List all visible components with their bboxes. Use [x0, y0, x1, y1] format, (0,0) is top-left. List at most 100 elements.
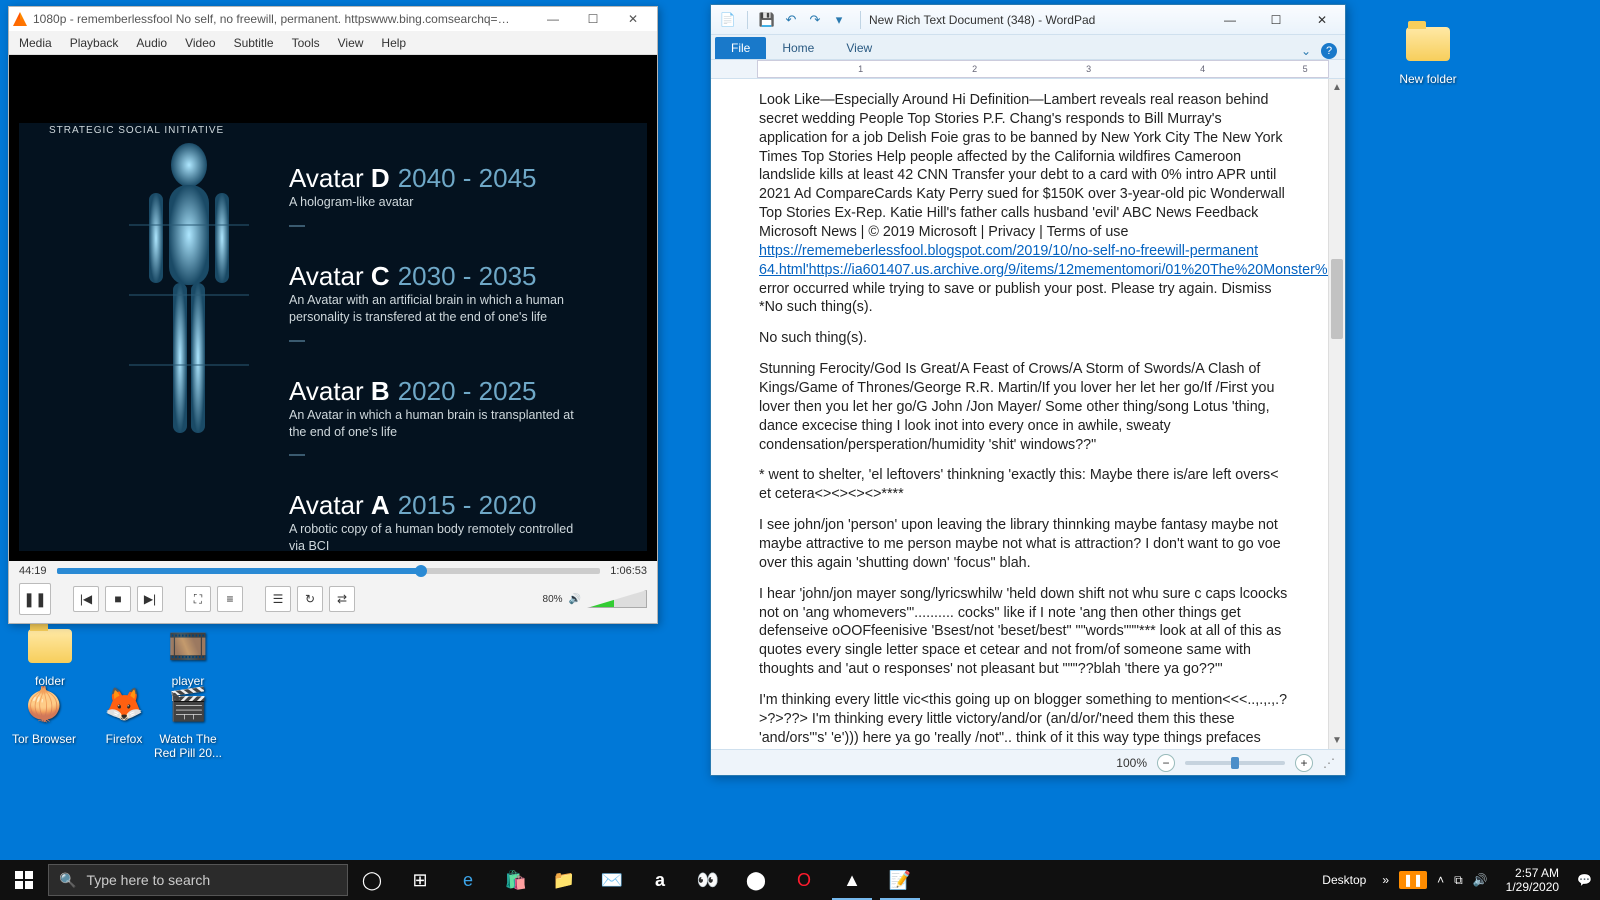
taskbar-clock[interactable]: 2:57 AM 1/29/2020	[1498, 866, 1567, 895]
fullscreen-button[interactable]: ⛶	[185, 586, 211, 612]
menu-help[interactable]: Help	[381, 36, 406, 50]
media-icon: 🎞️	[164, 622, 212, 670]
file-explorer-icon[interactable]: 📁	[540, 860, 588, 900]
avatar-figure	[129, 135, 249, 495]
stop-button[interactable]: ■	[105, 586, 131, 612]
icon-label: Watch The Red Pill 20...	[150, 732, 226, 760]
store-icon[interactable]: 🛍️	[492, 860, 540, 900]
wordpad-app-icon[interactable]: 📄	[719, 11, 737, 29]
zoom-slider[interactable]	[1185, 761, 1285, 765]
tripadvisor-icon[interactable]: 👀	[684, 860, 732, 900]
clock-date: 1/29/2020	[1506, 880, 1559, 894]
wordpad-titlebar[interactable]: 📄 💾 ↶ ↷ ▾ New Rich Text Document (348) -…	[711, 5, 1345, 35]
maximize-button[interactable]: ☐	[573, 12, 613, 26]
ruler[interactable]: 1 2 3 4 5	[711, 59, 1345, 79]
scroll-down-icon[interactable]: ▼	[1329, 732, 1345, 749]
scroll-thumb[interactable]	[1331, 259, 1343, 339]
mute-icon[interactable]: 🔊	[569, 594, 581, 605]
taskbar-search[interactable]: 🔍 Type here to search	[48, 864, 348, 896]
folder-icon	[26, 622, 74, 670]
icon-label: New folder	[1399, 72, 1456, 86]
chevron-down-icon[interactable]: ⌄	[1301, 44, 1311, 58]
desktop-icon-newfolder[interactable]: New folder	[1390, 20, 1466, 86]
tray-chevron-icon[interactable]: ˄	[1437, 873, 1444, 887]
menu-playback[interactable]: Playback	[70, 36, 119, 50]
icon-label: Tor Browser	[12, 732, 76, 746]
paragraph: I hear 'john/jon mayer song/lyricswhilw …	[759, 585, 1288, 679]
zoom-in-button[interactable]: +	[1295, 754, 1313, 772]
hyperlink[interactable]: 'https://ia601407.us.archive.org/9/items…	[806, 262, 1328, 278]
vlc-taskbar-icon[interactable]: ▲	[828, 860, 876, 900]
tab-view[interactable]: View	[830, 37, 888, 59]
avatar-item-b: Avatar B2020 - 2025 An Avatar in which a…	[289, 376, 627, 457]
paragraph: I see john/jon 'person' upon leaving the…	[759, 516, 1288, 573]
vlc-video-area[interactable]: STRATEGIC SOCIAL INITIATIVE Avatar D2040…	[9, 55, 657, 561]
notifications-icon[interactable]: 💬	[1577, 873, 1592, 887]
wordpad-taskbar-icon[interactable]: 📝	[876, 860, 924, 900]
menu-tools[interactable]: Tools	[292, 36, 320, 50]
menu-video[interactable]: Video	[185, 36, 215, 50]
network-icon[interactable]: ⧉	[1454, 873, 1463, 888]
minimize-button[interactable]: —	[533, 12, 573, 26]
maximize-button[interactable]: ☐	[1253, 6, 1299, 34]
search-placeholder: Type here to search	[86, 872, 210, 888]
cortana-icon[interactable]: ◯	[348, 860, 396, 900]
firefox-icon: 🦊	[100, 680, 148, 728]
shuffle-button[interactable]: ⇄	[329, 586, 355, 612]
task-view-icon[interactable]: ⊞	[396, 860, 444, 900]
document-body[interactable]: Look Like—Especially Around Hi Definitio…	[711, 79, 1328, 749]
desktop-icon-folder[interactable]: folder	[12, 622, 88, 688]
zoom-percent: 100%	[1116, 756, 1147, 770]
vlc-cone-icon	[13, 12, 27, 26]
window-title: 1080p - rememberlessfool No self, no fre…	[33, 12, 513, 26]
desktop-icon-video[interactable]: 🎬 Watch The Red Pill 20...	[150, 680, 226, 760]
playlist-button[interactable]: ☰	[265, 586, 291, 612]
status-bar: 100% − + ⋰	[711, 749, 1345, 775]
menu-subtitle[interactable]: Subtitle	[234, 36, 274, 50]
qat-dropdown-icon[interactable]: ▾	[830, 11, 848, 29]
help-icon[interactable]: ?	[1321, 43, 1337, 59]
minimize-button[interactable]: —	[1207, 6, 1253, 34]
chevron-up-icon[interactable]: »	[1382, 873, 1389, 887]
elapsed-time: 44:19	[19, 565, 47, 577]
menu-media[interactable]: Media	[19, 36, 52, 50]
app-icon[interactable]: ⬤	[732, 860, 780, 900]
tab-home[interactable]: Home	[766, 37, 830, 59]
resize-grip-icon[interactable]: ⋰	[1323, 756, 1335, 770]
close-button[interactable]: ✕	[613, 12, 653, 26]
vertical-scrollbar[interactable]: ▲ ▼	[1328, 79, 1345, 749]
edge-icon[interactable]: e	[444, 860, 492, 900]
amazon-icon[interactable]: a	[636, 860, 684, 900]
mail-icon[interactable]: ✉️	[588, 860, 636, 900]
zoom-out-button[interactable]: −	[1157, 754, 1175, 772]
ext-settings-button[interactable]: ≡	[217, 586, 243, 612]
undo-icon[interactable]: ↶	[782, 11, 800, 29]
menu-view[interactable]: View	[338, 36, 364, 50]
volume-icon[interactable]: 🔊	[1473, 873, 1488, 887]
menu-audio[interactable]: Audio	[136, 36, 167, 50]
seek-slider[interactable]	[57, 568, 601, 574]
volume-percent: 80%	[543, 594, 563, 605]
vlc-titlebar[interactable]: 1080p - rememberlessfool No self, no fre…	[9, 7, 657, 31]
search-icon: 🔍	[59, 872, 76, 889]
save-icon[interactable]: 💾	[758, 11, 776, 29]
avatar-item-a: Avatar A2015 - 2020 A robotic copy of a …	[289, 490, 627, 555]
desktop-icon-tor[interactable]: 🧅 Tor Browser	[6, 680, 82, 746]
tab-file[interactable]: File	[715, 37, 766, 59]
play-pause-button[interactable]: ❚❚	[19, 583, 51, 615]
volume-slider[interactable]	[587, 590, 647, 608]
redo-icon[interactable]: ↷	[806, 11, 824, 29]
tray-app-icon[interactable]: ❚❚	[1399, 871, 1427, 889]
next-button[interactable]: ▶|	[137, 586, 163, 612]
previous-button[interactable]: |◀	[73, 586, 99, 612]
loop-button[interactable]: ↻	[297, 586, 323, 612]
show-desktop-label[interactable]: Desktop	[1322, 873, 1372, 887]
scroll-up-icon[interactable]: ▲	[1329, 79, 1345, 96]
desktop-icon-player[interactable]: 🎞️ player	[150, 622, 226, 688]
start-button[interactable]	[0, 860, 48, 900]
opera-icon[interactable]: O	[780, 860, 828, 900]
paragraph: No such thing(s).	[759, 329, 1288, 348]
taskbar: 🔍 Type here to search ◯ ⊞ e 🛍️ 📁 ✉️ a 👀 …	[0, 860, 1600, 900]
close-button[interactable]: ✕	[1299, 6, 1345, 34]
paragraph: Stunning Ferocity/God Is Great/A Feast o…	[759, 360, 1288, 454]
